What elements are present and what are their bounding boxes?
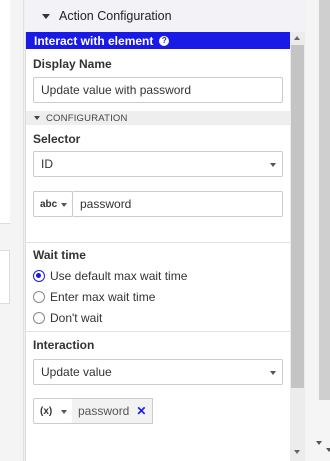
interaction-var-type-dropdown[interactable]: (x) xyxy=(33,398,73,424)
scroll-down-arrow-icon[interactable] xyxy=(326,448,330,452)
display-name-value: Update value with password xyxy=(41,83,192,97)
radio-icon[interactable] xyxy=(33,291,45,303)
wait-time-label: Wait time xyxy=(33,248,86,262)
interaction-label: Interaction xyxy=(33,338,95,352)
outer-scroll-thumb[interactable] xyxy=(319,0,330,400)
panel-title: Interact with element xyxy=(34,33,154,48)
interaction-var-type: (x) xyxy=(40,405,53,417)
header-title: Action Configuration xyxy=(59,9,172,23)
selector-input-value: password xyxy=(80,197,132,211)
display-name-label: Display Name xyxy=(33,57,112,71)
radio-checked-icon[interactable] xyxy=(33,270,45,282)
panel-scrollbar[interactable] xyxy=(290,32,305,461)
collapse-caret-icon[interactable] xyxy=(42,13,50,19)
variable-chip-label: password xyxy=(78,404,130,418)
panel-scroll-thumb[interactable] xyxy=(291,45,304,388)
panel-titlebar: Interact with element ? xyxy=(26,32,290,49)
wait-option-default[interactable]: Use default max wait time xyxy=(33,269,187,283)
action-configuration-header[interactable]: Action Configuration xyxy=(25,0,305,32)
radio-icon[interactable] xyxy=(33,312,45,324)
section-caret-icon[interactable] xyxy=(34,116,40,120)
chevron-down-icon xyxy=(270,163,276,167)
divider xyxy=(26,242,290,243)
close-icon[interactable]: ✕ xyxy=(136,404,146,418)
chevron-down-icon xyxy=(270,371,276,375)
wait-option-label: Use default max wait time xyxy=(50,269,188,283)
selector-type-dropdown[interactable]: abc xyxy=(33,191,73,217)
left-card-secondary xyxy=(0,250,10,304)
display-name-input[interactable]: Update value with password xyxy=(33,77,283,103)
configuration-section-label: CONFIGURATION xyxy=(46,112,128,124)
left-card xyxy=(0,0,10,224)
selector-value-input[interactable]: password xyxy=(72,191,283,217)
help-icon[interactable]: ? xyxy=(159,35,170,46)
config-panel: Interact with element ? Display Name Upd… xyxy=(25,32,290,461)
interaction-value: Update value xyxy=(41,365,112,379)
selector-dropdown[interactable]: ID xyxy=(33,151,283,177)
wait-option-max[interactable]: Enter max wait time xyxy=(33,290,155,304)
interaction-dropdown[interactable]: Update value xyxy=(33,359,283,385)
variable-chip[interactable]: password ✕ xyxy=(72,398,154,424)
selector-value: ID xyxy=(41,157,53,171)
scroll-up-arrow-icon[interactable] xyxy=(294,36,300,40)
scroll-down-arrow-icon[interactable] xyxy=(294,450,300,454)
selector-label: Selector xyxy=(33,132,81,146)
chevron-down-icon xyxy=(61,410,67,414)
wait-option-none[interactable]: Don't wait xyxy=(33,311,102,325)
scroll-down-arrow-icon[interactable] xyxy=(316,441,322,445)
chevron-down-icon xyxy=(61,203,67,207)
wait-option-label: Enter max wait time xyxy=(50,290,156,304)
wait-option-label: Don't wait xyxy=(50,311,103,325)
divider xyxy=(26,331,290,332)
configuration-section-header[interactable]: CONFIGURATION xyxy=(26,111,290,125)
outer-scrollbar[interactable] xyxy=(305,0,330,461)
selector-type-label: abc xyxy=(40,198,58,210)
